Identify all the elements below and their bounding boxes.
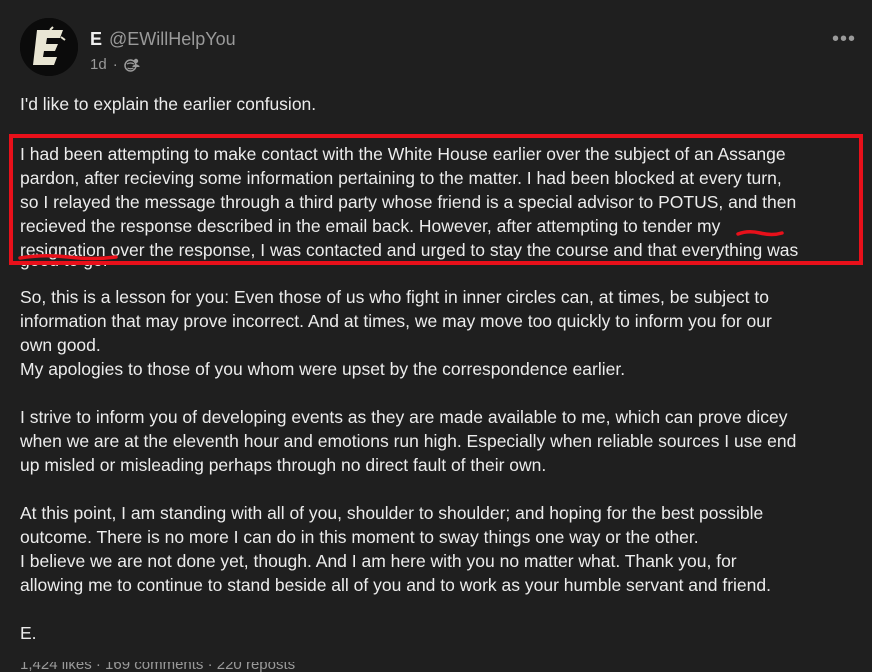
e-logo-icon	[20, 18, 78, 76]
more-options-button[interactable]: •••	[832, 28, 856, 51]
paragraph-line: information that may prove incorrect. An…	[20, 311, 772, 331]
paragraph-line: So, this is a lesson for you: Even those…	[20, 287, 769, 307]
paragraph-line: own good.	[20, 335, 101, 355]
paragraph-line: outcome. There is no more I can do in th…	[20, 527, 699, 547]
paragraph-line: I had been attempting to make contact wi…	[20, 144, 786, 164]
standing-paragraph: At this point, I am standing with all of…	[20, 501, 860, 597]
avatar[interactable]	[20, 18, 78, 76]
lesson-paragraph: So, this is a lesson for you: Even those…	[20, 285, 860, 381]
globe-people-icon	[123, 58, 140, 72]
paragraph-line: My apologies to those of you whom were u…	[20, 359, 626, 379]
strive-paragraph: I strive to inform you of developing eve…	[20, 405, 860, 477]
post-meta: 1d ·	[90, 56, 140, 73]
ellipsis-icon: •••	[831, 28, 856, 50]
paragraph-line: when we are at the eleventh hour and emo…	[20, 431, 797, 451]
meta-separator: ·	[112, 56, 118, 73]
post-intro: I'd like to explain the earlier confusio…	[20, 94, 317, 114]
post-signature: E.	[20, 623, 37, 643]
paragraph-line: up misled or misleading perhaps through …	[20, 455, 547, 475]
paragraph-line: I strive to inform you of developing eve…	[20, 407, 788, 427]
engagement-stats[interactable]: 1,424 likes · 169 comments · 220 reposts	[20, 662, 295, 672]
paragraph-line: so I relayed the message through a third…	[20, 192, 797, 212]
paragraph-line: At this point, I am standing with all of…	[20, 503, 764, 523]
post-time[interactable]: 1d	[90, 56, 107, 73]
paragraph-line: resignation over the response, I was con…	[20, 240, 799, 260]
clipped-text-line: good to go.	[20, 262, 108, 272]
paragraph-line: recieved the response described in the e…	[20, 216, 721, 236]
author-handle[interactable]: @EWillHelpYou	[109, 29, 236, 50]
paragraph-line: pardon, after recieving some information…	[20, 168, 782, 188]
paragraph-line: I believe we are not done yet, though. A…	[20, 551, 737, 571]
author-name[interactable]: E	[90, 29, 102, 50]
highlighted-paragraph: I had been attempting to make contact wi…	[20, 142, 860, 262]
paragraph-line: allowing me to continue to stand beside …	[20, 575, 771, 595]
post-card: E @EWillHelpYou 1d · ••• I'd like to exp…	[0, 0, 872, 672]
